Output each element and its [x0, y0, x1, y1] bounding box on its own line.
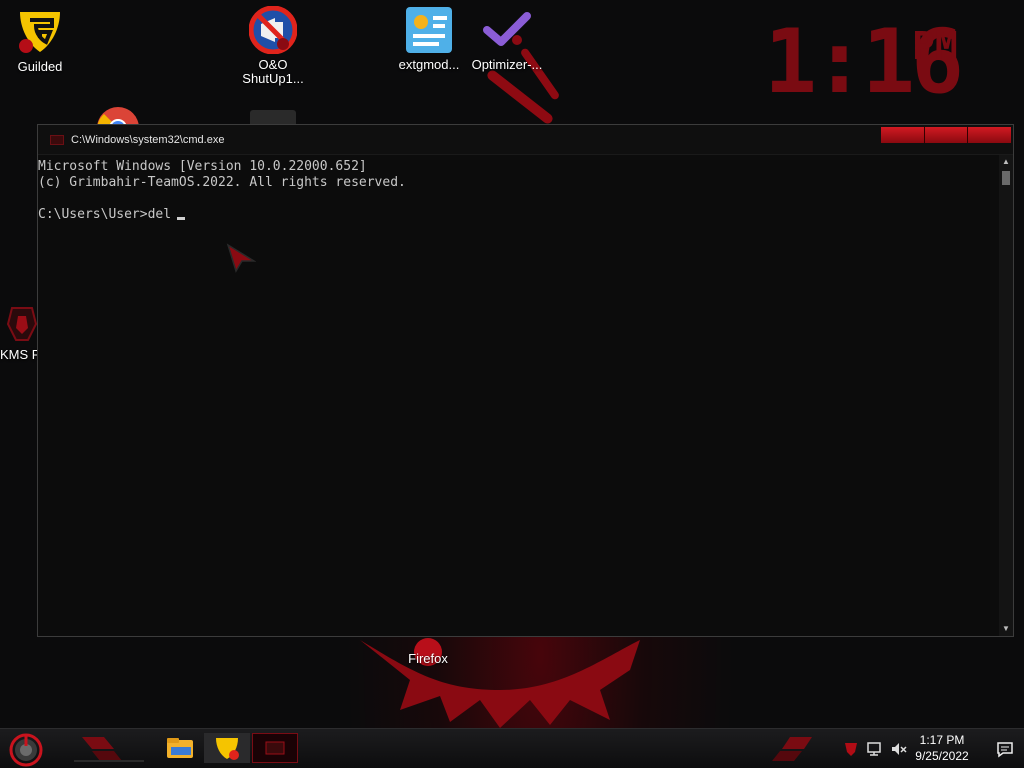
taskbar-decoration: [772, 737, 812, 761]
extgmod-icon: [405, 6, 453, 54]
msi-dragon-icon[interactable]: [842, 740, 860, 758]
minimize-button[interactable]: [881, 127, 925, 143]
desktop-icon-firefox[interactable]: Firefox: [388, 652, 468, 666]
kms-icon: [2, 304, 42, 344]
file-explorer-icon: [167, 738, 193, 758]
console-prompt-line: C:\Users\User>del: [38, 207, 999, 223]
taskbar-guilded[interactable]: [204, 733, 250, 763]
notification-center-icon[interactable]: [996, 740, 1014, 758]
shutup-icon: [248, 5, 298, 55]
cmd-window[interactable]: C:\Windows\system32\cmd.exe Microsoft Wi…: [37, 124, 1014, 637]
desktop-icon-label: extgmod...: [398, 57, 460, 72]
scroll-up-icon[interactable]: ▲: [999, 155, 1013, 169]
mouse-pointer-icon: [226, 243, 256, 273]
window-controls: [881, 127, 1012, 143]
taskbar-date: 9/25/2022: [915, 749, 969, 763]
scroll-down-icon[interactable]: ▼: [999, 622, 1013, 636]
desktop-icon-guilded[interactable]: Guilded: [0, 8, 80, 74]
desktop-icon-label: O&O ShutUp1...: [242, 57, 304, 86]
text-cursor: [177, 217, 186, 220]
taskbar-decoration: [74, 737, 144, 762]
maximize-button[interactable]: [924, 127, 969, 143]
desktop-icon-extgmod[interactable]: extgmod...: [389, 6, 469, 72]
desktop-icon-label: Guilded: [17, 59, 63, 74]
desktop-icon-label: Firefox: [408, 651, 448, 666]
cmd-window-title: C:\Windows\system32\cmd.exe: [71, 134, 225, 146]
wallpaper-clock-ampm: PM: [912, 24, 958, 68]
taskbar: 1:17 PM 9/25/2022: [0, 728, 1024, 768]
taskbar-time: 1:17 PM: [919, 733, 965, 747]
cmd-icon: [50, 135, 64, 145]
cmd-console[interactable]: Microsoft Windows [Version 10.0.22000.65…: [38, 155, 999, 636]
scrollbar-thumb[interactable]: [1002, 171, 1010, 185]
taskbar-file-explorer[interactable]: [157, 733, 203, 763]
console-prompt: C:\Users\User>del: [38, 207, 172, 222]
console-line: (c) Grimbahir-TeamOS.2022. All rights re…: [38, 175, 406, 190]
taskbar-cmd[interactable]: [252, 733, 298, 763]
wallpaper-clock: 1:16 PM: [762, 18, 1002, 118]
desktop-icon-label: Optimizer-...: [471, 57, 543, 72]
volume-muted-icon[interactable]: [890, 740, 908, 758]
close-button[interactable]: [968, 127, 1012, 143]
cmd-titlebar[interactable]: C:\Windows\system32\cmd.exe: [38, 125, 1013, 155]
console-line: Microsoft Windows [Version 10.0.22000.65…: [38, 159, 367, 174]
network-icon[interactable]: [866, 740, 884, 758]
desktop-icon-shutup[interactable]: O&O ShutUp1...: [233, 5, 313, 86]
cmd-icon: [265, 741, 285, 755]
system-tray: 1:17 PM 9/25/2022: [834, 729, 1024, 768]
guilded-icon: [216, 738, 239, 760]
wallpaper-dragon-shape: [360, 638, 640, 728]
guilded-icon: [16, 8, 64, 56]
taskbar-clock[interactable]: 1:17 PM 9/25/2022: [907, 732, 977, 764]
desktop-icon-optimizer[interactable]: Optimizer-...: [467, 6, 547, 72]
optimizer-icon: [483, 6, 531, 54]
scrollbar[interactable]: ▲ ▼: [999, 155, 1013, 636]
start-button[interactable]: [6, 732, 46, 768]
chrome-icon: [96, 106, 140, 126]
